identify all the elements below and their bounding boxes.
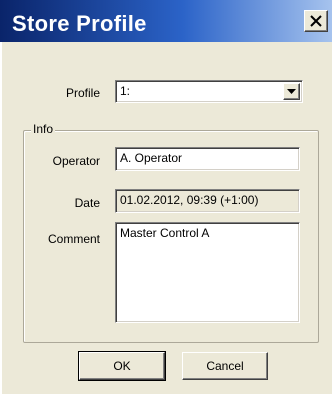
info-group-title: Info bbox=[31, 122, 56, 136]
comment-label: Comment bbox=[47, 232, 100, 246]
chevron-down-icon bbox=[287, 88, 296, 94]
profile-dropdown-button[interactable] bbox=[283, 83, 300, 100]
title-bar: Store Profile bbox=[0, 0, 332, 42]
close-button[interactable] bbox=[304, 10, 328, 32]
ok-button[interactable]: OK bbox=[78, 351, 166, 381]
operator-label: Operator bbox=[52, 154, 100, 168]
close-x-icon bbox=[310, 15, 322, 27]
date-label: Date bbox=[74, 196, 100, 210]
profile-dropdown[interactable]: 1: bbox=[115, 80, 303, 103]
cancel-button[interactable]: Cancel bbox=[182, 352, 268, 380]
profile-label: Profile bbox=[65, 86, 100, 100]
comment-textarea[interactable]: Master Control A bbox=[115, 222, 300, 323]
profile-selected-value: 1: bbox=[120, 84, 131, 98]
dialog-title: Store Profile bbox=[12, 11, 147, 36]
operator-input[interactable]: A. Operator bbox=[115, 147, 300, 171]
date-field: 01.02.2012, 09:39 (+1:00) bbox=[115, 189, 300, 213]
